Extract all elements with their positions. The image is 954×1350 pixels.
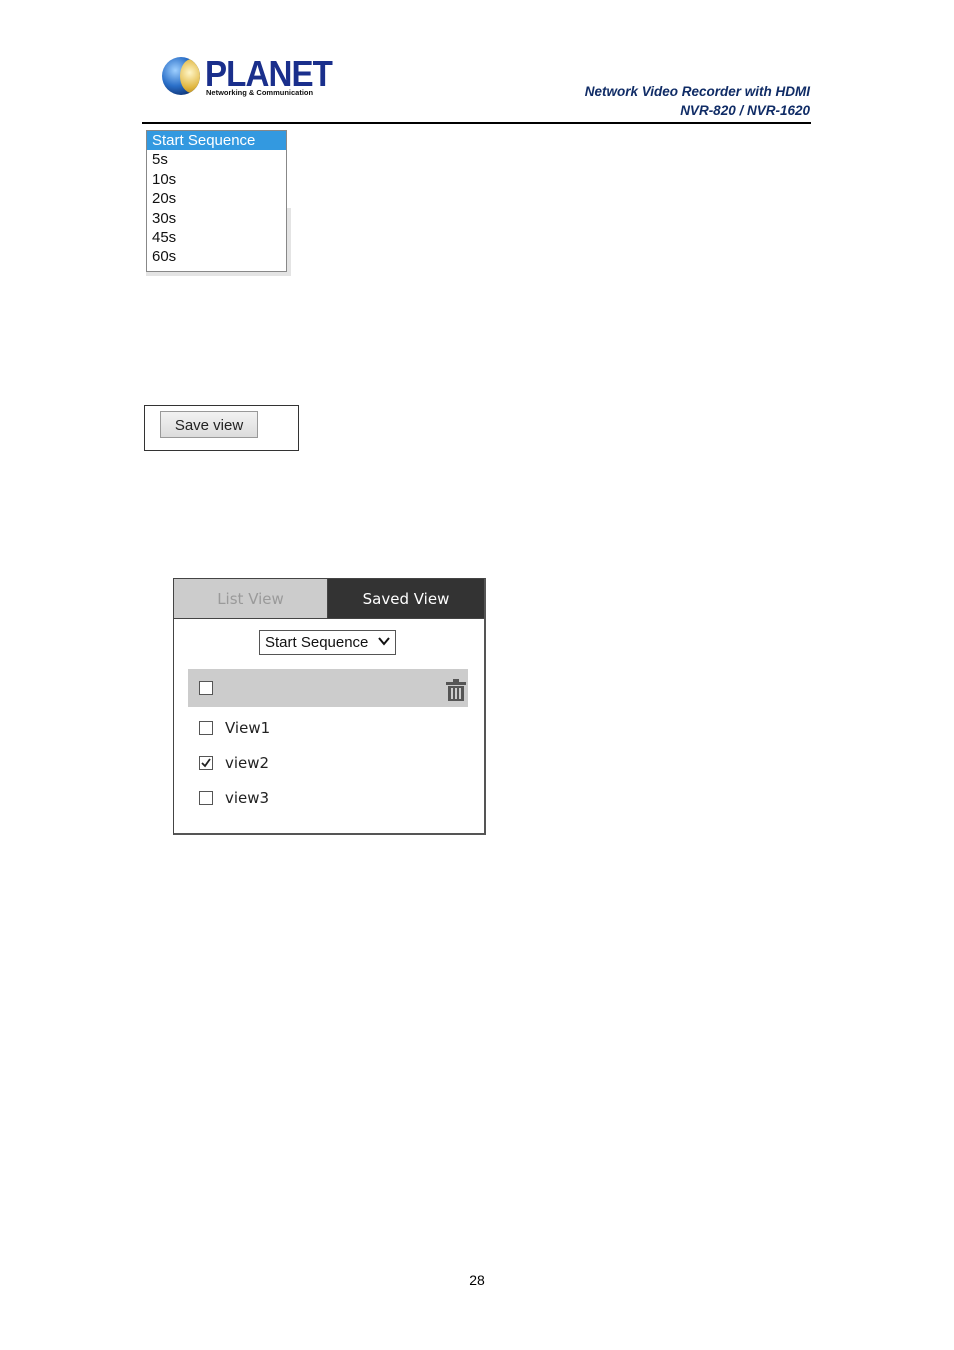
logo-subtitle: Networking & Communication bbox=[206, 88, 314, 97]
sequence-select[interactable]: Start Sequence bbox=[259, 630, 396, 655]
document-title-line1: Network Video Recorder with HDMI bbox=[584, 84, 810, 99]
tab-list-view[interactable]: List View bbox=[174, 579, 328, 618]
dropdown-option[interactable]: Start Sequence bbox=[147, 131, 286, 151]
saved-view-item[interactable]: View1 bbox=[188, 713, 468, 743]
chevron-down-icon bbox=[378, 637, 390, 646]
tab-saved-view[interactable]: Saved View bbox=[328, 579, 484, 618]
view-label: view2 bbox=[225, 754, 270, 772]
panel-tabs: List View Saved View bbox=[174, 579, 484, 619]
globe-icon bbox=[162, 57, 200, 95]
document-title: Network Video Recorder with HDMI NVR-820… bbox=[585, 82, 810, 120]
header-divider bbox=[142, 122, 811, 124]
dropdown-option[interactable]: 60s bbox=[147, 247, 286, 266]
document-title-line2: NVR-820 / NVR-1620 bbox=[680, 103, 810, 118]
view-label: View1 bbox=[225, 719, 271, 737]
sequence-interval-dropdown[interactable]: Start Sequence 5s 10s 20s 30s 45s 60s bbox=[146, 130, 287, 272]
select-all-checkbox[interactable] bbox=[199, 681, 213, 695]
dropdown-option[interactable]: 10s bbox=[147, 170, 286, 189]
select-all-row bbox=[188, 669, 468, 707]
dropdown-option[interactable]: 45s bbox=[147, 228, 286, 247]
dropdown-option[interactable]: 20s bbox=[147, 189, 286, 208]
save-view-frame: Save view bbox=[144, 405, 299, 451]
view-checkbox[interactable] bbox=[199, 721, 213, 735]
saved-view-item[interactable]: view3 bbox=[188, 783, 468, 813]
view-label: view3 bbox=[225, 789, 270, 807]
saved-view-item[interactable]: view2 bbox=[188, 748, 468, 778]
view-panel: List View Saved View Start Sequence View… bbox=[173, 578, 486, 835]
sequence-select-value: Start Sequence bbox=[265, 634, 369, 651]
page-number: 28 bbox=[469, 1272, 485, 1288]
dropdown-option[interactable]: 30s bbox=[147, 209, 286, 228]
save-view-button[interactable]: Save view bbox=[160, 411, 258, 438]
trash-icon[interactable] bbox=[445, 678, 467, 702]
view-checkbox[interactable] bbox=[199, 791, 213, 805]
dropdown-option[interactable]: 5s bbox=[147, 150, 286, 169]
checkmark-icon bbox=[201, 758, 211, 768]
planet-logo: PLANET Networking & Communication bbox=[160, 53, 333, 100]
view-checkbox[interactable] bbox=[199, 756, 213, 770]
